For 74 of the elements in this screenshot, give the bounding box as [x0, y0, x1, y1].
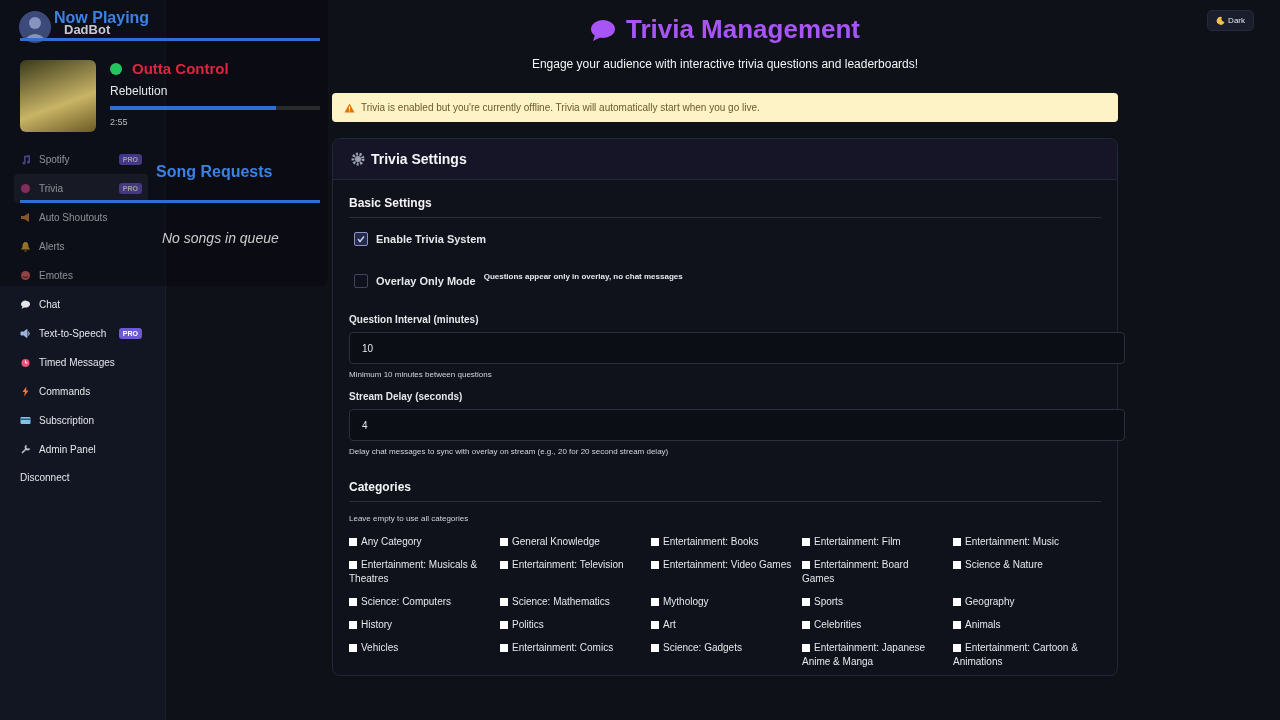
- category-option[interactable]: Vehicles: [349, 641, 500, 669]
- help-text: Leave empty to use all categories: [349, 514, 469, 523]
- category-option[interactable]: Entertainment: Books: [651, 535, 802, 549]
- category-option[interactable]: Science: Gadgets: [651, 641, 802, 669]
- category-option[interactable]: Entertainment: Video Games: [651, 558, 802, 586]
- category-option[interactable]: History: [349, 618, 500, 632]
- settings-icon: [351, 152, 365, 166]
- category-option[interactable]: Science & Nature: [953, 558, 1104, 586]
- sidebar-item[interactable]: Alerts: [14, 232, 148, 261]
- section-heading: Categories: [349, 480, 1101, 502]
- input-field[interactable]: 4: [349, 409, 1125, 441]
- sidebar-item[interactable]: Auto Shoutouts: [14, 203, 148, 232]
- speaker-icon: [20, 328, 31, 339]
- category-option[interactable]: Entertainment: Board Games: [802, 558, 953, 586]
- page-subtitle: Engage your audience with interactive trivia questions and leaderboards!: [531, 57, 919, 71]
- sidebar-item[interactable]: Emotes: [14, 261, 148, 290]
- category-option[interactable]: Science: Mathematics: [500, 595, 651, 609]
- category-option[interactable]: Mythology: [651, 595, 802, 609]
- overlay-title: Song Requests: [156, 163, 273, 181]
- elapsed-time: 2:55: [110, 117, 128, 127]
- theme-toggle-button[interactable]: Dark: [1207, 10, 1254, 31]
- sidebar-item[interactable]: Chat: [14, 290, 148, 319]
- credit-card-icon: [20, 415, 31, 426]
- help-text: Minimum 10 minutes between questions: [349, 370, 492, 379]
- checkbox-label: Overlay Only Mode: [376, 275, 476, 287]
- sidebar-item[interactable]: Admin Panel: [14, 435, 148, 464]
- checkbox[interactable]: [354, 274, 368, 288]
- page-title: Trivia Management: [589, 14, 861, 45]
- category-option[interactable]: General Knowledge: [500, 535, 651, 549]
- artist-name: Rebelution: [110, 84, 168, 98]
- speech-bubble-icon: [589, 18, 616, 41]
- category-option[interactable]: Animals: [953, 618, 1104, 632]
- checkmark-icon: [356, 234, 366, 244]
- category-option[interactable]: Celebrities: [802, 618, 953, 632]
- sidebar-item[interactable]: Subscription: [14, 406, 148, 435]
- category-option[interactable]: Entertainment: Cartoon & Animations: [953, 641, 1104, 669]
- hint-text: Questions appear only in overlay, no chat messages: [483, 272, 683, 281]
- lightning-icon: [20, 386, 31, 397]
- category-option[interactable]: Entertainment: Musicals & Theatres: [349, 558, 500, 586]
- sidebar-item[interactable]: Commands: [14, 377, 148, 406]
- song-title: Outta Control: [132, 60, 229, 77]
- warning-icon: [344, 102, 355, 113]
- field-label: Stream Delay (seconds): [349, 391, 463, 402]
- category-option[interactable]: Sports: [802, 595, 953, 609]
- category-option[interactable]: Art: [651, 618, 802, 632]
- sidebar-item[interactable]: Timed Messages: [14, 348, 148, 377]
- category-option[interactable]: Entertainment: Music: [953, 535, 1104, 549]
- category-option[interactable]: Science: Computers: [349, 595, 500, 609]
- category-option[interactable]: Entertainment: Film: [802, 535, 953, 549]
- category-option[interactable]: Entertainment: Television: [500, 558, 651, 586]
- input-field[interactable]: 10: [349, 332, 1125, 364]
- checkbox[interactable]: [354, 232, 368, 246]
- category-option[interactable]: Any Category: [349, 535, 500, 549]
- category-option[interactable]: Politics: [500, 618, 651, 632]
- card-title: Trivia Settings: [371, 151, 467, 167]
- speech-bubble-icon: [20, 299, 31, 310]
- bell-icon: [20, 241, 31, 252]
- disconnect-link[interactable]: Disconnect: [14, 464, 76, 491]
- notice-text: Trivia is enabled but you're currently offline. Trivia will automatically start when you go live.: [361, 102, 760, 113]
- category-option[interactable]: Geography: [953, 595, 1104, 609]
- checkbox-label: Enable Trivia System: [376, 233, 487, 245]
- section-heading: Basic Settings: [349, 196, 1101, 218]
- moon-icon: [1216, 16, 1226, 25]
- category-option[interactable]: Entertainment: Japanese Anime & Manga: [802, 641, 953, 669]
- wrench-icon: [20, 444, 31, 455]
- empty-queue-text: No songs in queue: [162, 230, 279, 246]
- field-label: Question Interval (minutes): [349, 314, 479, 325]
- help-text: Delay chat messages to sync with overlay on stream (e.g., 20 for 20 second stream delay): [349, 447, 669, 456]
- category-option[interactable]: Entertainment: Comics: [500, 641, 651, 669]
- alarm-clock-icon: [20, 357, 31, 368]
- smiley-icon: [20, 270, 31, 281]
- megaphone-icon: [20, 212, 31, 223]
- music-note-icon: [20, 154, 31, 165]
- circle-icon: [20, 183, 31, 194]
